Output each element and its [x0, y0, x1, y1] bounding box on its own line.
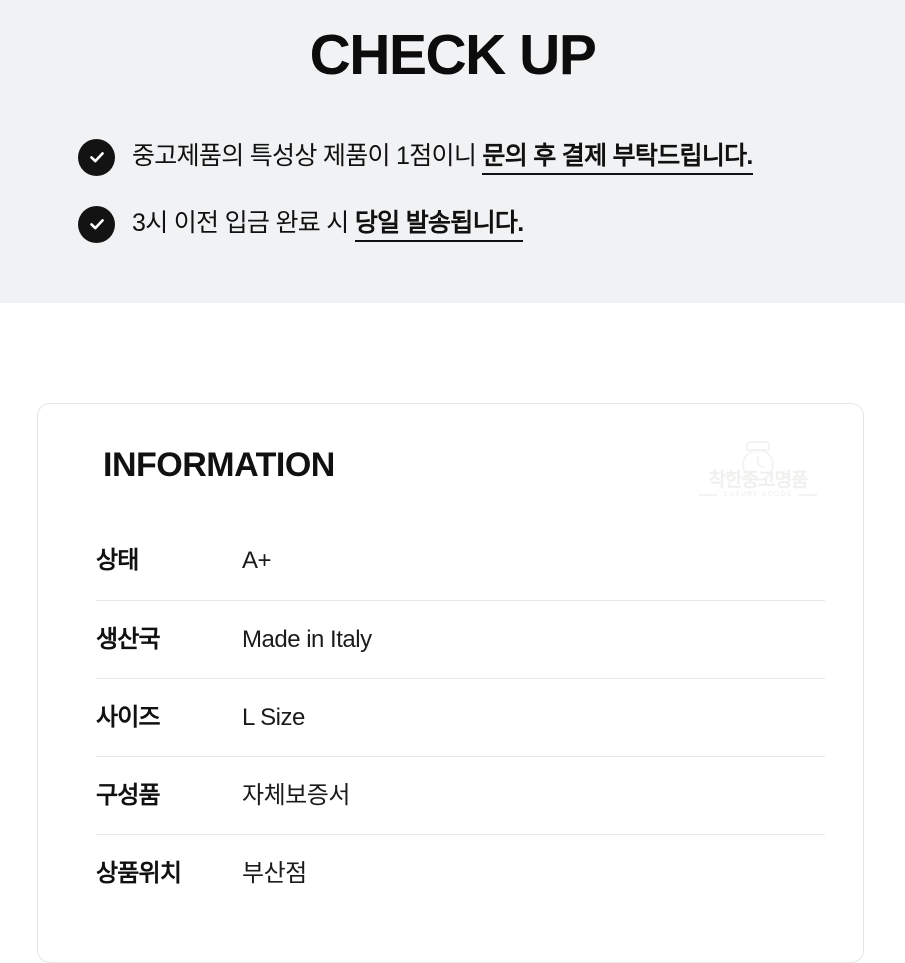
watermark-brand-kr: 착한중고명품: [708, 470, 809, 491]
spec-label: 생산국: [96, 625, 161, 653]
watch-icon: [742, 441, 774, 481]
watermark-brand-en: LUXURY GOODS: [723, 491, 793, 498]
brand-watermark: 착한중고명품 LUXURY GOODS: [697, 441, 819, 503]
spec-value: A+: [242, 547, 272, 574]
checkup-notice-plain: 중고제품의 특성상 제품이 1점이니: [132, 142, 483, 171]
checkup-notice-list: 중고제품의 특성상 제품이 1점이니 문의 후 결제 부탁드립니다. 3시 이전…: [78, 134, 878, 268]
spec-value: 부산점: [242, 859, 307, 887]
checkup-notice-text: 3시 이전 입금 완료 시 당일 발송됩니다.: [132, 208, 524, 243]
spec-value: 자체보증서: [242, 781, 350, 809]
table-row: 구성품 자체보증서: [96, 756, 825, 834]
spec-value: L Size: [242, 703, 305, 731]
checkup-notice-emphasis: 당일 발송됩니다.: [354, 209, 524, 243]
information-card: INFORMATION 착한중고명품 LUXURY GOODS 상태 A+ 생산…: [37, 403, 864, 963]
check-circle-icon: [78, 138, 115, 176]
checkup-notice-item: 3시 이전 입금 완료 시 당일 발송됩니다.: [78, 201, 878, 247]
table-row: 상태 A+: [96, 522, 825, 600]
checkup-notice-text: 중고제품의 특성상 제품이 1점이니 문의 후 결제 부탁드립니다.: [132, 141, 753, 176]
spec-label: 상품위치: [96, 859, 182, 887]
watermark-rule-right: [799, 494, 817, 496]
checkup-section: CHECK UP 중고제품의 특성상 제품이 1점이니 문의 후 결제 부탁드립…: [0, 0, 905, 303]
checkup-notice-item: 중고제품의 특성상 제품이 1점이니 문의 후 결제 부탁드립니다.: [78, 134, 878, 180]
checkup-notice-plain: 3시 이전 입금 완료 시: [132, 209, 355, 238]
checkup-title: CHECK UP: [309, 23, 597, 87]
check-circle-icon: [78, 205, 115, 243]
table-row: 상품위치 부산점: [96, 834, 825, 912]
table-row: 사이즈 L Size: [96, 678, 825, 756]
spec-value: Made in Italy: [242, 625, 372, 653]
spec-label: 상태: [96, 547, 139, 574]
spec-label: 사이즈: [96, 703, 161, 731]
information-heading: INFORMATION: [103, 446, 335, 484]
checkup-notice-emphasis: 문의 후 결제 부탁드립니다.: [482, 142, 753, 176]
table-row: 생산국 Made in Italy: [96, 600, 825, 678]
spec-label: 구성품: [96, 781, 161, 809]
watermark-rule-left: [699, 494, 717, 496]
information-table: 상태 A+ 생산국 Made in Italy 사이즈 L Size 구성품 자…: [96, 522, 825, 912]
